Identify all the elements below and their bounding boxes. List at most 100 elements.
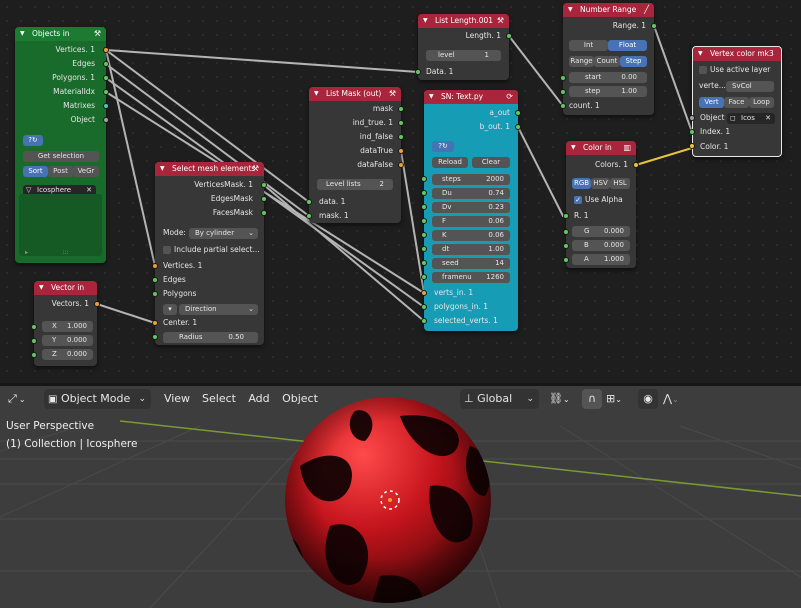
socket-dt[interactable] — [421, 246, 427, 252]
node-header[interactable]: ▼ Vector in — [34, 281, 97, 295]
param-seed[interactable]: seed 14 — [432, 258, 510, 269]
vegr-toggle[interactable]: VeGr — [73, 166, 99, 177]
collapse-icon[interactable]: ▼ — [314, 87, 319, 101]
socket-dv[interactable] — [421, 204, 427, 210]
socket-selected-verts[interactable] — [421, 318, 427, 324]
socket-data-length[interactable] — [415, 69, 421, 75]
socket-vectors-out[interactable] — [94, 301, 100, 307]
pivot-point-button[interactable]: ⛓⌄ — [546, 389, 576, 409]
y-field[interactable]: Y 0.000 — [42, 335, 93, 346]
node-header[interactable]: ▼ List Mask (out) ⚒ — [309, 87, 401, 101]
socket-datatrue[interactable] — [398, 148, 404, 154]
node-color-in[interactable]: ▼ Color in ▥ Colors. 1 RGB HSV HSL ✓ Use A… — [566, 141, 636, 268]
view-menu[interactable]: View — [162, 389, 192, 409]
socket-polygons[interactable] — [103, 75, 109, 81]
start-field[interactable]: start 0.00 — [569, 72, 647, 83]
socket-step[interactable] — [560, 89, 566, 95]
list-resize-icon[interactable]: ▸ ::: — [25, 247, 68, 259]
socket-indfalse[interactable] — [398, 134, 404, 140]
param-dt[interactable]: dt 1.00 — [432, 244, 510, 255]
node-header[interactable]: ▼ Number Range ╱ — [563, 3, 654, 17]
socket-radius[interactable] — [152, 334, 158, 340]
direction-expand-button[interactable]: ▾ — [163, 304, 177, 315]
socket-k[interactable] — [421, 232, 427, 238]
sort-toggle[interactable]: Sort — [23, 166, 48, 177]
collapse-icon[interactable]: ▼ — [20, 27, 25, 41]
float-toggle[interactable]: Float — [608, 40, 647, 51]
object-field[interactable]: ◻ Icos ✕ — [727, 113, 775, 124]
socket-edges[interactable] — [103, 61, 109, 67]
socket-range[interactable] — [651, 23, 657, 29]
reload-button[interactable]: Reload — [432, 157, 468, 168]
get-selection-button[interactable]: Get selection — [23, 151, 99, 162]
socket-f[interactable] — [421, 218, 427, 224]
level-lists-field[interactable]: Level lists 2 — [317, 179, 393, 190]
socket-framenu[interactable] — [421, 274, 427, 280]
direction-dropdown[interactable]: Direction ⌄ — [179, 304, 258, 315]
socket-steps[interactable] — [421, 176, 427, 182]
node-editor[interactable]: ▼ Objects in ⚒ Vertices. 1 Edges Polygons.… — [0, 0, 801, 383]
node-vector-in[interactable]: ▼ Vector in Vectors. 1 X 1.000 Y 0.000 Z 0.0… — [34, 281, 97, 366]
socket-datafalse[interactable] — [398, 162, 404, 168]
socket-length[interactable] — [506, 33, 512, 39]
falloff-dropdown[interactable]: ⋀⌄ — [661, 389, 689, 409]
hsv-toggle[interactable]: HSV — [591, 178, 610, 189]
param-f[interactable]: F 0.06 — [432, 216, 510, 227]
level-field[interactable]: level 1 — [426, 50, 501, 61]
editor-type-button[interactable]: ⤢ ⌄ — [4, 389, 36, 409]
node-header[interactable]: ▼ List Length.001 ⚒ — [418, 14, 509, 28]
socket-object[interactable] — [103, 117, 109, 123]
socket-facesmask[interactable] — [261, 210, 267, 216]
int-toggle[interactable]: Int — [569, 40, 608, 51]
mode-dropdown[interactable]: By cylinder ⌄ — [189, 228, 258, 239]
collapse-icon[interactable]: ▼ — [160, 162, 165, 176]
socket-edgesmask[interactable] — [261, 196, 267, 202]
hsl-toggle[interactable]: HSL — [610, 178, 630, 189]
help-button[interactable]: ?↻ — [432, 141, 454, 152]
socket-seed[interactable] — [421, 260, 427, 266]
proportional-editing-toggle[interactable]: ◉ — [638, 389, 658, 409]
g-field[interactable]: G 0.000 — [572, 226, 630, 237]
3d-viewport[interactable]: ⤢ ⌄ ▣ Object Mode ⌄ View Select Add Object… — [0, 386, 801, 608]
collapse-icon[interactable]: ▼ — [423, 14, 428, 28]
node-select-mesh-elements[interactable]: ▼ Select mesh elements ⚒ VerticesMask. 1 E… — [155, 162, 264, 345]
socket-r[interactable] — [563, 213, 569, 219]
rgb-toggle[interactable]: RGB — [572, 178, 591, 189]
node-header[interactable]: ▼ Objects in ⚒ — [15, 27, 106, 41]
include-partial-checkbox[interactable] — [163, 246, 171, 254]
use-active-layer-checkbox[interactable] — [699, 66, 707, 74]
collapse-icon[interactable]: ▼ — [698, 47, 703, 61]
snap-toggle[interactable]: ∩ — [582, 389, 602, 409]
socket-verticesmask[interactable] — [261, 182, 267, 188]
z-field[interactable]: Z 0.000 — [42, 349, 93, 360]
socket-vertices-in[interactable] — [152, 263, 158, 269]
use-alpha-checkbox[interactable]: ✓ — [574, 196, 582, 204]
post-toggle[interactable]: Post — [48, 166, 73, 177]
socket-bout[interactable] — [515, 124, 521, 130]
socket-indtrue[interactable] — [398, 120, 404, 126]
transform-orientation-dropdown[interactable]: ⊥ Global ⌄ — [460, 389, 539, 409]
param-steps[interactable]: steps 2000 — [432, 174, 510, 185]
socket-index[interactable] — [689, 129, 695, 135]
node-header[interactable]: ▼ SN: Text.py ⟳ — [424, 90, 518, 104]
collapse-icon[interactable]: ▼ — [39, 281, 44, 295]
socket-data-in[interactable] — [306, 199, 312, 205]
select-menu[interactable]: Select — [200, 389, 238, 409]
collapse-icon[interactable]: ▼ — [429, 90, 434, 104]
param-framenu[interactable]: framenu 1260 — [432, 272, 510, 283]
node-header[interactable]: ▼ Color in ▥ — [566, 141, 636, 155]
object-menu[interactable]: Object — [280, 389, 320, 409]
object-mode-dropdown[interactable]: ▣ Object Mode ⌄ — [44, 389, 151, 409]
socket-count[interactable] — [560, 103, 566, 109]
param-du[interactable]: Du 0.74 — [432, 188, 510, 199]
socket-color[interactable] — [689, 143, 695, 149]
node-header[interactable]: ▼ Select mesh elements ⚒ — [155, 162, 264, 176]
socket-vertices[interactable] — [103, 47, 109, 53]
socket-matrixes[interactable] — [103, 103, 109, 109]
b-field[interactable]: B 0.000 — [572, 240, 630, 251]
node-objects-in[interactable]: ▼ Objects in ⚒ Vertices. 1 Edges Polygons.… — [15, 27, 106, 263]
count-mode[interactable]: Count — [594, 56, 620, 67]
range-mode[interactable]: Range — [569, 56, 594, 67]
step-mode[interactable]: Step — [620, 56, 647, 67]
loop-toggle[interactable]: Loop — [749, 97, 774, 108]
